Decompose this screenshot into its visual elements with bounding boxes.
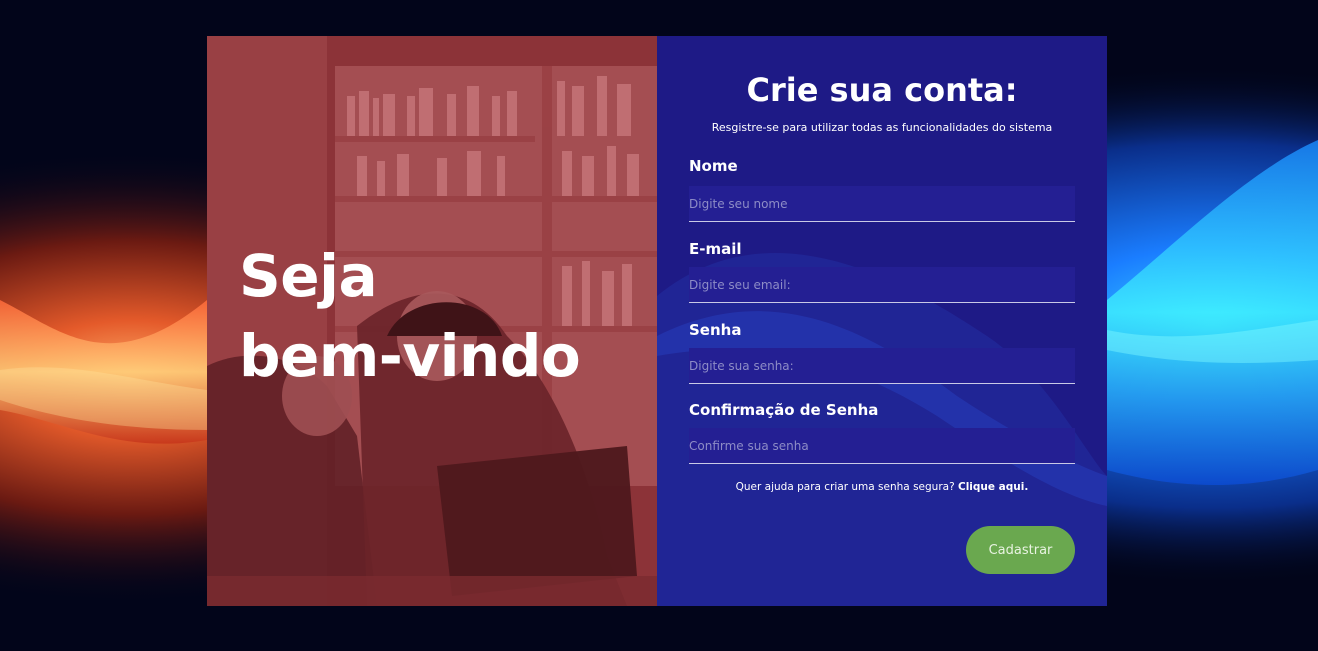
password-label: Senha <box>689 321 742 339</box>
register-button[interactable]: Cadastrar <box>966 526 1075 574</box>
password-input[interactable] <box>689 348 1075 384</box>
password-help: Quer ajuda para criar uma senha segura? … <box>689 480 1075 494</box>
confirm-password-input[interactable] <box>689 428 1075 464</box>
signup-form: Crie sua conta: Resgistre-se para utiliz… <box>689 36 1075 494</box>
name-input[interactable] <box>689 186 1075 222</box>
welcome-line-1: Seja <box>239 242 378 310</box>
form-subtitle: Resgistre-se para utilizar todas as func… <box>711 121 1053 134</box>
form-panel: Crie sua conta: Resgistre-se para utiliz… <box>657 36 1107 606</box>
name-label: Nome <box>689 157 738 175</box>
password-help-link[interactable]: Clique aqui. <box>958 481 1028 493</box>
email-label: E-mail <box>689 240 742 258</box>
confirm-password-label: Confirmação de Senha <box>689 401 879 419</box>
welcome-line-2: bem-vindo <box>239 322 581 390</box>
signup-card: Seja bem-vindo Crie sua conta: Resgistre… <box>207 36 1107 606</box>
welcome-panel: Seja bem-vindo <box>207 36 657 606</box>
password-help-text: Quer ajuda para criar uma senha segura? <box>735 481 955 493</box>
form-title: Crie sua conta: <box>746 71 1018 109</box>
welcome-heading: Seja bem-vindo <box>239 236 581 396</box>
email-input[interactable] <box>689 267 1075 303</box>
